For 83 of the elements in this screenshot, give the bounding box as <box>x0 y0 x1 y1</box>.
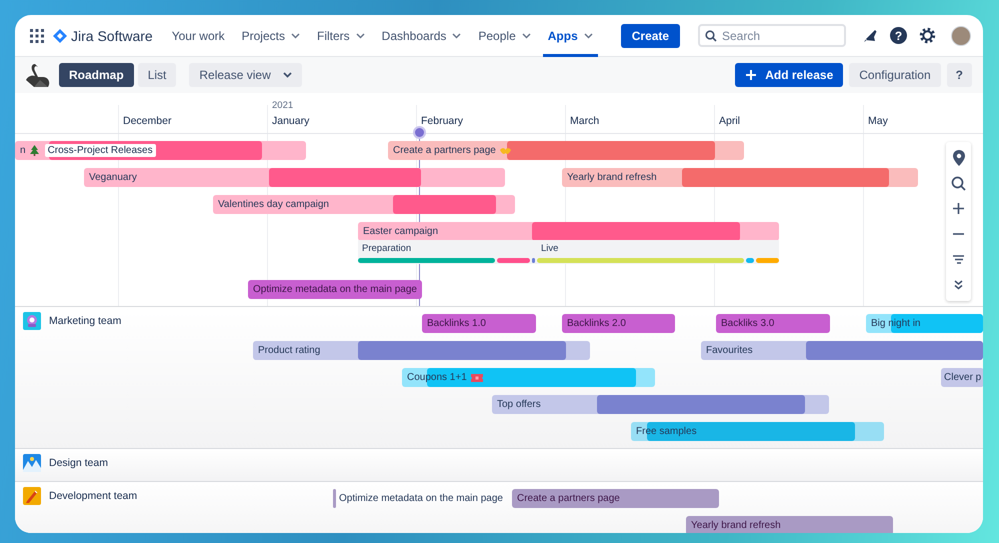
bar-label: n <box>20 145 26 156</box>
diamond-logo-icon <box>53 28 67 42</box>
month-label: May <box>868 115 888 127</box>
bar-label: Yearly brand refresh <box>691 520 781 531</box>
release-bar[interactable]: Optimize metadata on the main page <box>248 280 422 299</box>
release-bar[interactable]: Backlinks 2.0 <box>562 314 675 333</box>
release-bar[interactable]: Create a partners page <box>388 141 744 160</box>
bar-label: Clever p <box>944 372 982 383</box>
bar-label: Create a partners page <box>393 145 496 156</box>
release-bar[interactable]: Yearly brand refresh <box>562 168 918 187</box>
settings-icon[interactable] <box>919 27 936 44</box>
nav-menu-item[interactable]: Dashboards <box>376 15 466 56</box>
bar-label: Optimize metadata on the main page <box>253 284 417 295</box>
release-bar[interactable]: Valentines day campaign <box>213 195 515 214</box>
swan-logo-icon <box>26 62 50 88</box>
month-label: January <box>272 115 310 127</box>
tree-icon <box>30 145 39 156</box>
nav-menu-item[interactable]: Your work <box>166 15 230 56</box>
today-marker[interactable] <box>414 128 424 137</box>
configuration-button[interactable]: Configuration <box>849 63 941 87</box>
release-bar[interactable]: n Cross-Project Releases <box>15 141 306 160</box>
team-name: Design team <box>49 457 108 469</box>
bar-label: Veganuary <box>89 172 137 183</box>
release-bar[interactable]: Product rating <box>253 341 590 360</box>
plus-icon <box>745 69 758 81</box>
help-button[interactable]: ? <box>946 63 972 87</box>
product-name[interactable]: Jira Software <box>71 28 153 44</box>
emoji-icon <box>500 146 511 154</box>
zoom-in-icon[interactable] <box>953 203 964 214</box>
phase-label: Live <box>541 243 558 254</box>
view-tab[interactable]: List <box>138 63 176 87</box>
search-icon[interactable] <box>951 176 966 191</box>
release-bar[interactable]: Backliks 3.0 <box>716 314 830 333</box>
bar-label: Optimize metadata on the main page <box>339 493 503 504</box>
bar-label: Backlinks 1.0 <box>427 318 486 329</box>
team-avatar-icon <box>23 454 41 472</box>
bar-label: Yearly brand refresh <box>567 172 657 183</box>
bar-label: Backliks 3.0 <box>721 318 774 329</box>
bar-label: Valentines day campaign <box>218 199 329 210</box>
team-avatar-icon <box>23 487 41 505</box>
nav-menu-item[interactable]: People <box>473 15 536 56</box>
avatar[interactable] <box>951 26 971 46</box>
release-bar[interactable]: Easter campaign <box>358 222 779 241</box>
release-bar[interactable]: Backlinks 1.0 <box>422 314 536 333</box>
month-label: February <box>421 115 464 127</box>
nav-menu-item[interactable]: Projects <box>236 15 305 56</box>
search-icon <box>705 30 717 42</box>
phase-label: Preparation <box>362 243 412 254</box>
release-view-dropdown[interactable]: Release view <box>189 63 302 87</box>
release-bar[interactable]: Veganuary <box>84 168 505 187</box>
release-tag: Cross-Project Releases <box>44 144 156 157</box>
bar-label: Backlinks 2.0 <box>567 318 626 329</box>
add-release-button[interactable]: Add release <box>735 63 844 87</box>
bar-label: Product rating <box>258 345 320 356</box>
release-bar[interactable]: Favourites <box>701 341 983 360</box>
help-button[interactable]: ? <box>890 27 907 44</box>
location-pin-icon[interactable] <box>952 150 964 166</box>
month-label: March <box>570 115 600 127</box>
release-bar[interactable]: Clever p <box>941 368 983 387</box>
release-bar[interactable]: Yearly brand refresh <box>686 516 893 533</box>
team-name: Marketing team <box>49 315 122 327</box>
view-tab[interactable]: Roadmap <box>59 63 134 87</box>
search-field[interactable]: Search <box>698 24 846 47</box>
megaphone-icon[interactable] <box>862 28 878 44</box>
lines-icon[interactable] <box>953 255 964 264</box>
chevron-down-icon <box>282 72 292 78</box>
nav-menu-item[interactable]: Filters <box>312 15 370 56</box>
month-label: December <box>123 115 172 127</box>
bar-label: Easter campaign <box>363 226 438 237</box>
create-button[interactable]: Create <box>620 24 680 48</box>
bar-label: Create a partners page <box>517 493 620 504</box>
release-bar[interactable]: Top offers <box>492 395 829 414</box>
release-bar[interactable]: Optimize metadata on the main page <box>333 489 503 508</box>
bar-label: Top offers <box>497 399 541 410</box>
year-label: 2021 <box>272 100 294 111</box>
team-avatar-icon <box>23 312 41 330</box>
app-switcher-icon[interactable] <box>30 28 44 42</box>
release-bar[interactable]: Create a partners page <box>512 489 719 508</box>
team-name: Development team <box>49 490 138 502</box>
bar-label: Favourites <box>706 345 753 356</box>
double-chevron-down-icon[interactable] <box>954 280 963 290</box>
month-label: April <box>719 115 740 127</box>
zoom-out-icon[interactable] <box>953 233 964 236</box>
